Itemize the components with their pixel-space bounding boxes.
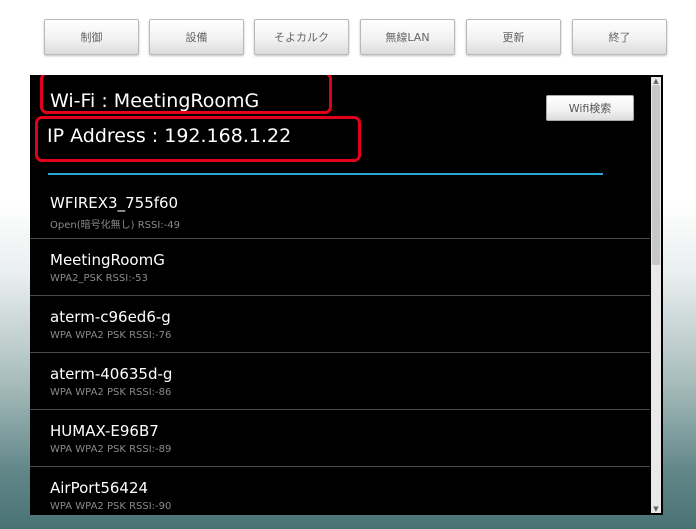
- network-detail: WPA2_PSK RSSI:-53: [50, 273, 148, 284]
- wireless-lan-button[interactable]: 無線LAN: [360, 19, 455, 55]
- equipment-button[interactable]: 設備: [149, 19, 244, 55]
- network-item[interactable]: aterm-c96ed6-g WPA WPA2 PSK RSSI:-76: [30, 296, 650, 353]
- exit-button[interactable]: 終了: [572, 19, 667, 55]
- update-button[interactable]: 更新: [466, 19, 561, 55]
- ip-highlight-box: [35, 116, 361, 162]
- scroll-down-arrow-icon[interactable]: ▼: [651, 505, 661, 513]
- network-item[interactable]: AirPort56424 WPA WPA2 PSK RSSI:-90: [30, 467, 650, 515]
- wifi-panel: Wi-Fi : MeetingRoomG IP Address : 192.16…: [30, 75, 663, 515]
- scrollbar[interactable]: ▲ ▼: [651, 77, 661, 513]
- scroll-thumb[interactable]: [652, 85, 660, 265]
- divider: [48, 173, 603, 175]
- wifi-search-button[interactable]: Wifi検索: [546, 95, 634, 121]
- wifi-highlight-box: [40, 75, 332, 114]
- network-name: aterm-c96ed6-g: [50, 308, 171, 326]
- network-name: aterm-40635d-g: [50, 365, 173, 383]
- network-detail: WPA WPA2 PSK RSSI:-76: [50, 330, 172, 341]
- network-name: AirPort56424: [50, 479, 149, 497]
- network-detail: WPA WPA2 PSK RSSI:-86: [50, 387, 172, 398]
- network-name: MeetingRoomG: [50, 251, 165, 269]
- control-button[interactable]: 制御: [44, 19, 139, 55]
- network-detail: WPA WPA2 PSK RSSI:-89: [50, 444, 172, 455]
- toolbar: 制御 設備 そよカルク 無線LAN 更新 終了: [0, 0, 696, 70]
- network-name: HUMAX-E96B7: [50, 422, 159, 440]
- network-item[interactable]: HUMAX-E96B7 WPA WPA2 PSK RSSI:-89: [30, 410, 650, 467]
- network-detail: Open(暗号化無し) RSSI:-49: [50, 220, 180, 231]
- network-item[interactable]: MeetingRoomG WPA2_PSK RSSI:-53: [30, 239, 650, 296]
- soyokaruku-button[interactable]: そよカルク: [254, 19, 349, 55]
- scroll-up-arrow-icon[interactable]: ▲: [651, 77, 661, 85]
- network-detail: WPA WPA2 PSK RSSI:-90: [50, 501, 172, 512]
- network-name: WFIREX3_755f60: [50, 194, 179, 212]
- network-list[interactable]: WFIREX3_755f60 Open(暗号化無し) RSSI:-49 Meet…: [30, 182, 650, 515]
- network-item[interactable]: aterm-40635d-g WPA WPA2 PSK RSSI:-86: [30, 353, 650, 410]
- network-item[interactable]: WFIREX3_755f60 Open(暗号化無し) RSSI:-49: [30, 182, 650, 239]
